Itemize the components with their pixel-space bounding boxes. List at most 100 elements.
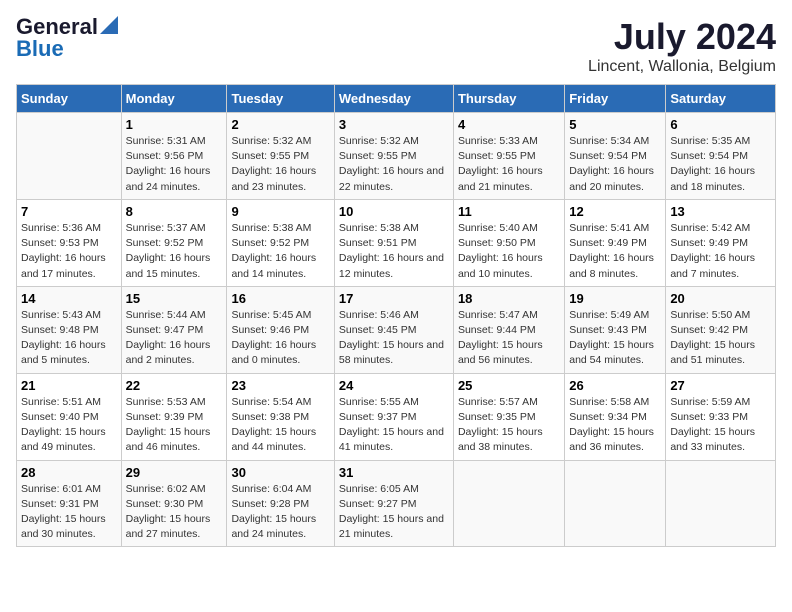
day-info: Sunrise: 5:38 AM Sunset: 9:51 PM Dayligh… — [339, 221, 449, 282]
calendar-table: SundayMondayTuesdayWednesdayThursdayFrid… — [16, 84, 776, 547]
day-number: 16 — [231, 291, 329, 306]
day-info: Sunrise: 5:31 AM Sunset: 9:56 PM Dayligh… — [126, 134, 223, 195]
day-number: 11 — [458, 204, 560, 219]
day-number: 27 — [670, 378, 771, 393]
week-row-2: 7Sunrise: 5:36 AM Sunset: 9:53 PM Daylig… — [17, 199, 776, 286]
day-info: Sunrise: 5:49 AM Sunset: 9:43 PM Dayligh… — [569, 308, 661, 369]
header: General Blue July 2024 Lincent, Wallonia… — [16, 16, 776, 76]
day-info: Sunrise: 5:50 AM Sunset: 9:42 PM Dayligh… — [670, 308, 771, 369]
day-number: 29 — [126, 465, 223, 480]
day-cell: 14Sunrise: 5:43 AM Sunset: 9:48 PM Dayli… — [17, 286, 122, 373]
day-cell: 27 Sunrise: 5:59 AM Sunset: 9:33 PM Dayli… — [666, 373, 776, 460]
day-info: Sunrise: 5:41 AM Sunset: 9:49 PM Dayligh… — [569, 221, 661, 282]
day-number: 30 — [231, 465, 329, 480]
day-info: Sunrise: 5:42 AM Sunset: 9:49 PM Dayligh… — [670, 221, 771, 282]
day-cell: 26Sunrise: 5:58 AM Sunset: 9:34 PM Dayli… — [565, 373, 666, 460]
day-number: 9 — [231, 204, 329, 219]
day-cell: 22 Sunrise: 5:53 AM Sunset: 9:39 PM Dayli… — [121, 373, 227, 460]
day-cell: 11 Sunrise: 5:40 AM Sunset: 9:50 PM Dayli… — [453, 199, 564, 286]
day-cell: 13 Sunrise: 5:42 AM Sunset: 9:49 PM Dayli… — [666, 199, 776, 286]
logo: General Blue — [16, 16, 118, 60]
day-info: Sunrise: 5:37 AM Sunset: 9:52 PM Dayligh… — [126, 221, 223, 282]
day-number: 19 — [569, 291, 661, 306]
logo-general: General — [16, 16, 98, 38]
day-number: 8 — [126, 204, 223, 219]
day-cell: 5Sunrise: 5:34 AM Sunset: 9:54 PM Daylig… — [565, 113, 666, 200]
day-info: Sunrise: 5:35 AM Sunset: 9:54 PM Dayligh… — [670, 134, 771, 195]
header-row: SundayMondayTuesdayWednesdayThursdayFrid… — [17, 85, 776, 113]
day-cell: 7Sunrise: 5:36 AM Sunset: 9:53 PM Daylig… — [17, 199, 122, 286]
day-cell — [17, 113, 122, 200]
day-cell: 19 Sunrise: 5:49 AM Sunset: 9:43 PM Dayli… — [565, 286, 666, 373]
day-info: Sunrise: 5:43 AM Sunset: 9:48 PM Dayligh… — [21, 308, 117, 369]
day-cell — [666, 460, 776, 547]
main-title: July 2024 — [588, 16, 776, 58]
week-row-4: 21 Sunrise: 5:51 AM Sunset: 9:40 PM Dayli… — [17, 373, 776, 460]
day-cell: 25 Sunrise: 5:57 AM Sunset: 9:35 PM Dayli… — [453, 373, 564, 460]
day-info: Sunrise: 5:32 AM Sunset: 9:55 PM Dayligh… — [339, 134, 449, 195]
day-cell: 9 Sunrise: 5:38 AM Sunset: 9:52 PM Daylig… — [227, 199, 334, 286]
day-number: 6 — [670, 117, 771, 132]
day-cell: 23Sunrise: 5:54 AM Sunset: 9:38 PM Dayli… — [227, 373, 334, 460]
day-number: 4 — [458, 117, 560, 132]
day-info: Sunrise: 6:05 AM Sunset: 9:27 PM Dayligh… — [339, 482, 449, 543]
day-number: 7 — [21, 204, 117, 219]
day-number: 20 — [670, 291, 771, 306]
day-number: 25 — [458, 378, 560, 393]
week-row-3: 14Sunrise: 5:43 AM Sunset: 9:48 PM Dayli… — [17, 286, 776, 373]
day-number: 23 — [231, 378, 329, 393]
day-number: 21 — [21, 378, 117, 393]
day-info: Sunrise: 5:40 AM Sunset: 9:50 PM Dayligh… — [458, 221, 560, 282]
day-cell — [453, 460, 564, 547]
day-number: 13 — [670, 204, 771, 219]
day-number: 10 — [339, 204, 449, 219]
header-day-saturday: Saturday — [666, 85, 776, 113]
day-info: Sunrise: 6:04 AM Sunset: 9:28 PM Dayligh… — [231, 482, 329, 543]
day-cell: 29 Sunrise: 6:02 AM Sunset: 9:30 PM Dayli… — [121, 460, 227, 547]
day-info: Sunrise: 5:53 AM Sunset: 9:39 PM Dayligh… — [126, 395, 223, 456]
day-cell: 6 Sunrise: 5:35 AM Sunset: 9:54 PM Daylig… — [666, 113, 776, 200]
day-cell: 20 Sunrise: 5:50 AM Sunset: 9:42 PM Dayli… — [666, 286, 776, 373]
day-info: Sunrise: 5:51 AM Sunset: 9:40 PM Dayligh… — [21, 395, 117, 456]
day-info: Sunrise: 5:47 AM Sunset: 9:44 PM Dayligh… — [458, 308, 560, 369]
day-number: 2 — [231, 117, 329, 132]
day-number: 26 — [569, 378, 661, 393]
day-cell: 3Sunrise: 5:32 AM Sunset: 9:55 PM Daylig… — [334, 113, 453, 200]
day-cell: 4 Sunrise: 5:33 AM Sunset: 9:55 PM Daylig… — [453, 113, 564, 200]
day-info: Sunrise: 5:44 AM Sunset: 9:47 PM Dayligh… — [126, 308, 223, 369]
day-info: Sunrise: 5:57 AM Sunset: 9:35 PM Dayligh… — [458, 395, 560, 456]
day-info: Sunrise: 5:38 AM Sunset: 9:52 PM Dayligh… — [231, 221, 329, 282]
day-cell: 18 Sunrise: 5:47 AM Sunset: 9:44 PM Dayli… — [453, 286, 564, 373]
day-cell: 15 Sunrise: 5:44 AM Sunset: 9:47 PM Dayli… — [121, 286, 227, 373]
day-info: Sunrise: 5:46 AM Sunset: 9:45 PM Dayligh… — [339, 308, 449, 369]
logo-triangle-icon — [100, 16, 118, 34]
day-cell: 28Sunrise: 6:01 AM Sunset: 9:31 PM Dayli… — [17, 460, 122, 547]
day-number: 22 — [126, 378, 223, 393]
day-number: 5 — [569, 117, 661, 132]
header-day-sunday: Sunday — [17, 85, 122, 113]
title-section: July 2024 Lincent, Wallonia, Belgium — [588, 16, 776, 76]
subtitle: Lincent, Wallonia, Belgium — [588, 58, 776, 76]
day-cell: 24Sunrise: 5:55 AM Sunset: 9:37 PM Dayli… — [334, 373, 453, 460]
header-day-wednesday: Wednesday — [334, 85, 453, 113]
week-row-1: 1Sunrise: 5:31 AM Sunset: 9:56 PM Daylig… — [17, 113, 776, 200]
day-cell: 8 Sunrise: 5:37 AM Sunset: 9:52 PM Daylig… — [121, 199, 227, 286]
day-info: Sunrise: 5:33 AM Sunset: 9:55 PM Dayligh… — [458, 134, 560, 195]
week-row-5: 28Sunrise: 6:01 AM Sunset: 9:31 PM Dayli… — [17, 460, 776, 547]
day-cell: 17 Sunrise: 5:46 AM Sunset: 9:45 PM Dayli… — [334, 286, 453, 373]
day-number: 15 — [126, 291, 223, 306]
day-cell: 12Sunrise: 5:41 AM Sunset: 9:49 PM Dayli… — [565, 199, 666, 286]
day-number: 17 — [339, 291, 449, 306]
day-cell: 31Sunrise: 6:05 AM Sunset: 9:27 PM Dayli… — [334, 460, 453, 547]
day-info: Sunrise: 5:45 AM Sunset: 9:46 PM Dayligh… — [231, 308, 329, 369]
header-day-tuesday: Tuesday — [227, 85, 334, 113]
day-number: 24 — [339, 378, 449, 393]
day-info: Sunrise: 5:59 AM Sunset: 9:33 PM Dayligh… — [670, 395, 771, 456]
header-day-thursday: Thursday — [453, 85, 564, 113]
logo-blue: Blue — [16, 38, 64, 60]
header-day-friday: Friday — [565, 85, 666, 113]
day-info: Sunrise: 6:02 AM Sunset: 9:30 PM Dayligh… — [126, 482, 223, 543]
day-cell: 16 Sunrise: 5:45 AM Sunset: 9:46 PM Dayli… — [227, 286, 334, 373]
day-number: 18 — [458, 291, 560, 306]
day-cell — [565, 460, 666, 547]
